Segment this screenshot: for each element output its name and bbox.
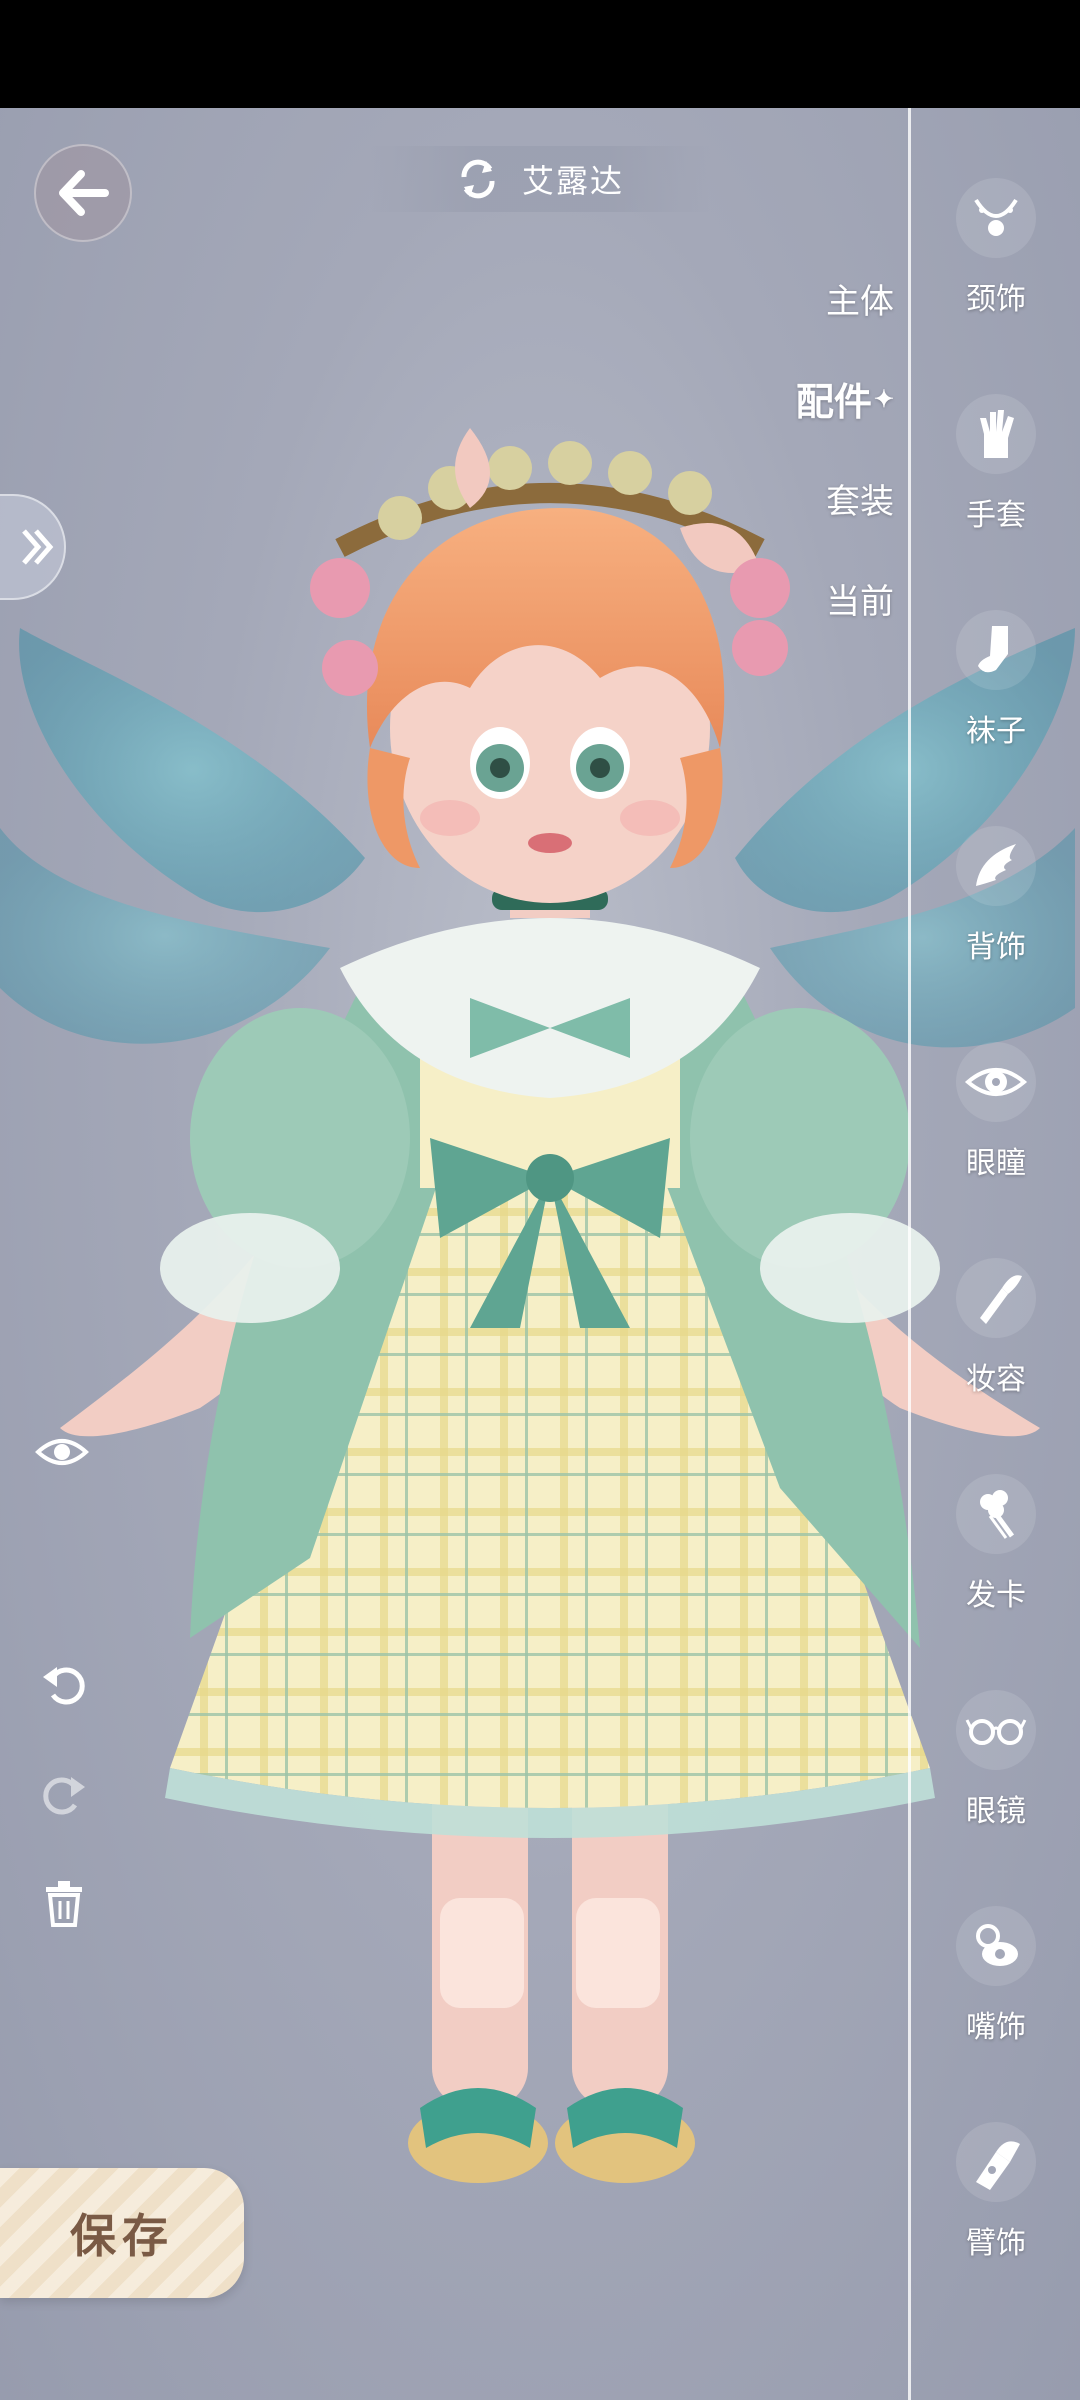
status-bar: [0, 0, 1080, 108]
chevron-double-right-icon: [22, 529, 54, 565]
character-title-bar[interactable]: 艾露达: [370, 146, 710, 212]
arm-accessory-icon: [956, 2122, 1036, 2202]
sidebar-item-hairclip[interactable]: 发卡: [912, 1474, 1080, 1690]
category-tabs: 主体 配件 ✦ 套装 当前: [796, 248, 894, 648]
sidebar-divider: [908, 108, 911, 2400]
accessory-sidebar: 颈饰 手套 袜子 背饰 眼瞳 妆容 发卡 眼镜 嘴饰 臂饰: [912, 178, 1080, 2338]
delete-button[interactable]: [34, 1874, 94, 1934]
trash-icon: [46, 1881, 82, 1927]
character-name: 艾露达: [521, 162, 624, 200]
sidebar-item-eyes[interactable]: 眼瞳: [912, 1042, 1080, 1258]
wing-icon: [956, 826, 1036, 906]
sidebar-item-label: 颈饰: [966, 282, 1026, 317]
eye-icon: [956, 1042, 1036, 1122]
arrow-left-icon: [59, 170, 109, 216]
sidebar-item-label: 臂饰: [966, 2226, 1026, 2261]
necklace-icon: [956, 178, 1036, 258]
sidebar-item-label: 背饰: [966, 930, 1026, 965]
glasses-icon: [956, 1690, 1036, 1770]
save-label: 保存: [70, 2209, 174, 2263]
eye-icon: [35, 1439, 89, 1465]
sidebar-item-label: 眼瞳: [966, 1146, 1026, 1181]
undo-button[interactable]: [34, 1654, 94, 1714]
sidebar-item-necklace[interactable]: 颈饰: [912, 178, 1080, 394]
sock-icon: [956, 610, 1036, 690]
tab-current[interactable]: 当前: [826, 548, 894, 648]
hairclip-icon: [956, 1474, 1036, 1554]
sparkle-icon: ✦: [873, 383, 894, 413]
sidebar-item-label: 眼镜: [966, 1794, 1026, 1829]
makeup-brush-icon: [956, 1258, 1036, 1338]
sidebar-item-makeup[interactable]: 妆容: [912, 1258, 1080, 1474]
tab-accessories-label: 配件: [795, 378, 872, 424]
sidebar-item-mouth-accessory[interactable]: 嘴饰: [912, 1906, 1080, 2122]
sidebar-item-back-accessory[interactable]: 背饰: [912, 826, 1080, 1042]
tab-main[interactable]: 主体: [826, 248, 894, 348]
sidebar-item-gloves[interactable]: 手套: [912, 394, 1080, 610]
sidebar-item-label: 嘴饰: [966, 2010, 1026, 2045]
save-button[interactable]: 保存: [0, 2168, 244, 2298]
toggle-visibility-button[interactable]: [32, 1422, 92, 1482]
tab-accessories[interactable]: 配件 ✦: [796, 348, 894, 448]
sidebar-item-label: 袜子: [966, 714, 1026, 749]
swap-icon: [461, 159, 495, 199]
sidebar-item-label: 妆容: [966, 1362, 1026, 1397]
sidebar-item-label: 发卡: [966, 1578, 1026, 1613]
back-button[interactable]: [34, 144, 132, 242]
sidebar-item-socks[interactable]: 袜子: [912, 610, 1080, 826]
glove-icon: [956, 394, 1036, 474]
pacifier-icon: [956, 1906, 1036, 1986]
redo-button[interactable]: [34, 1764, 94, 1824]
tab-outfits[interactable]: 套装: [826, 448, 894, 548]
redo-icon: [43, 1777, 85, 1815]
undo-icon: [43, 1667, 85, 1705]
sidebar-item-label: 手套: [966, 498, 1026, 533]
sidebar-item-arm-accessory[interactable]: 臂饰: [912, 2122, 1080, 2338]
sidebar-item-glasses[interactable]: 眼镜: [912, 1690, 1080, 1906]
dressup-scene: 艾露达 主体 配件 ✦ 套装 当前 保存 颈饰 手套 袜子 背饰 眼瞳 妆容 发…: [0, 108, 1080, 2400]
